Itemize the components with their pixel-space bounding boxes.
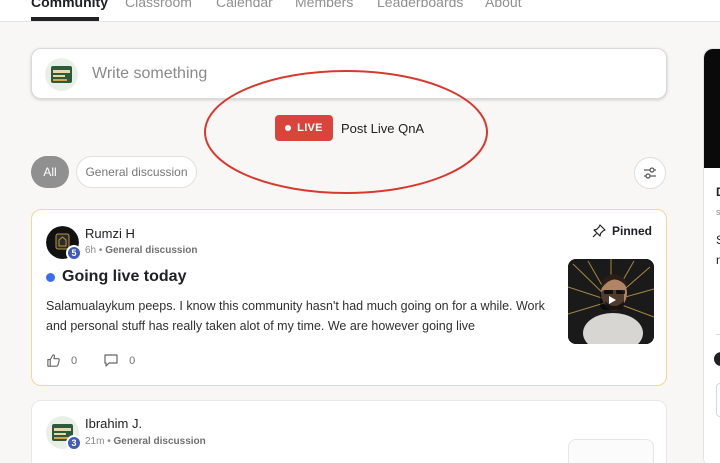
top-nav: Community Classroom Calendar Members Lea…: [0, 0, 720, 22]
sidebar-avatar: [714, 352, 720, 366]
tab-classroom[interactable]: Classroom: [125, 0, 192, 10]
post-stats: 0 0: [46, 353, 161, 368]
post-category[interactable]: General discussion: [114, 436, 206, 447]
post-category[interactable]: General discussion: [105, 245, 197, 256]
post-thumbnail[interactable]: [568, 439, 654, 463]
sidebar-button[interactable]: [716, 383, 720, 417]
post-body[interactable]: Salamualaykum peeps. I know this communi…: [46, 296, 556, 336]
filter-all[interactable]: All: [31, 156, 69, 188]
live-dot-icon: [285, 125, 292, 131]
active-tab-indicator: [31, 17, 99, 21]
like-stat[interactable]: 0: [46, 353, 77, 368]
comment-icon[interactable]: [103, 353, 119, 368]
post-author[interactable]: Ibrahim J.: [85, 416, 142, 431]
post-card[interactable]: 3 Ibrahim J. 21m • General discussion: [31, 400, 667, 463]
tab-leaderboards[interactable]: Leaderboards: [377, 0, 463, 10]
pin-icon: [592, 224, 606, 238]
sidebar-text-fragment: S: [716, 233, 720, 247]
new-dot-icon: [46, 272, 55, 282]
sliders-icon: [644, 167, 656, 179]
sidebar-subtitle-fragment: s: [716, 207, 720, 217]
post-time: 21m: [85, 436, 105, 447]
post-title-row[interactable]: Going live today: [46, 268, 186, 286]
pinned-indicator: Pinned: [592, 224, 652, 238]
level-badge: 3: [66, 435, 82, 451]
post-meta: 21m • General discussion: [85, 436, 206, 447]
sidebar-divider: [716, 334, 720, 335]
community-banner: [704, 49, 720, 168]
post-meta: 6h • General discussion: [85, 245, 198, 256]
pinned-label: Pinned: [611, 224, 652, 238]
play-icon[interactable]: [600, 290, 624, 310]
sidebar-text-fragment: n: [716, 253, 720, 267]
filter-settings-button[interactable]: [634, 157, 666, 189]
composer-placeholder[interactable]: Write something: [92, 65, 207, 83]
like-count: 0: [71, 354, 78, 367]
post-card-pinned[interactable]: 5 Rumzi H 6h • General discussion Pinned…: [31, 209, 667, 386]
live-post-label[interactable]: Post Live QnA: [341, 121, 424, 136]
live-row[interactable]: LIVE Post Live QnA: [275, 115, 424, 141]
live-badge-label: LIVE: [297, 122, 323, 134]
sidebar-title-fragment: D: [716, 185, 720, 199]
thumbs-up-icon[interactable]: [46, 353, 61, 368]
tab-community[interactable]: Community: [31, 0, 108, 10]
avatar: [45, 58, 78, 91]
live-badge[interactable]: LIVE: [275, 115, 333, 141]
post-time: 6h: [85, 245, 97, 256]
comment-stat[interactable]: 0: [103, 353, 135, 368]
post-video-thumbnail[interactable]: [568, 259, 654, 344]
tab-about[interactable]: About: [485, 0, 522, 10]
post-title[interactable]: Going live today: [62, 268, 186, 286]
filter-general-discussion[interactable]: General discussion: [76, 156, 197, 188]
tab-calendar[interactable]: Calendar: [216, 0, 273, 10]
comment-count: 0: [129, 354, 136, 367]
post-author[interactable]: Rumzi H: [85, 226, 135, 241]
community-sidebar: D s S n: [703, 48, 720, 463]
tab-members[interactable]: Members: [295, 0, 353, 10]
level-badge: 5: [66, 245, 82, 261]
post-composer[interactable]: Write something: [31, 48, 667, 99]
